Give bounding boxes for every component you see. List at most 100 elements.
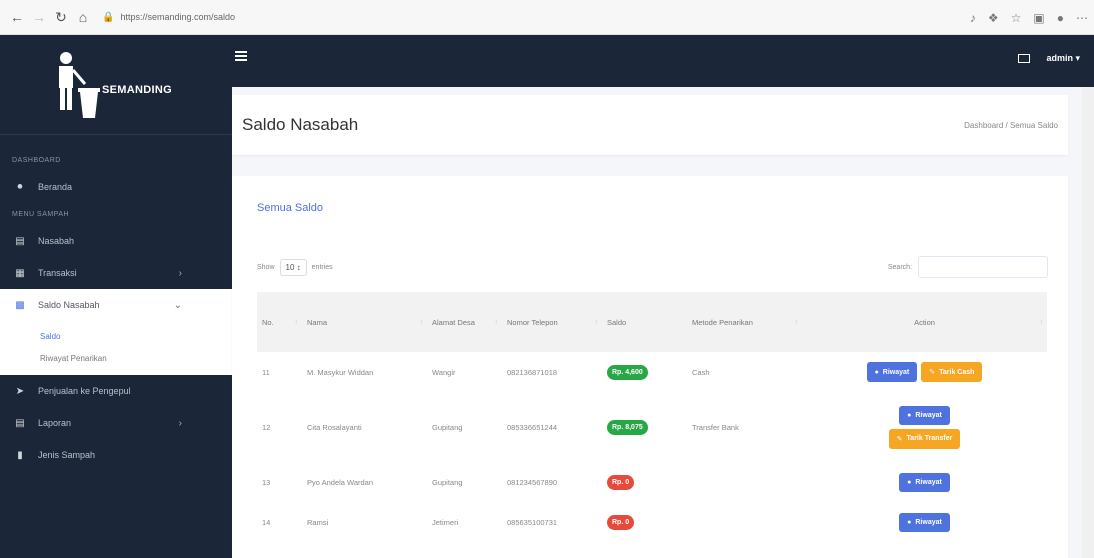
sidebar-subitem-saldo[interactable]: Saldo	[0, 325, 232, 347]
info-icon: ●	[907, 518, 912, 526]
page-title: Saldo Nasabah	[242, 115, 359, 134]
cell-nama: Pyo Andela Wardan	[307, 477, 374, 487]
entries-control: Show 10 ↕ entries	[257, 258, 333, 276]
column-header-telepon[interactable]: Nomor Telepon ↕	[502, 292, 602, 352]
button-label: Tarik Cash	[939, 368, 975, 376]
entries-select-value: 10	[285, 262, 295, 272]
table-row: 13 Pyo Andela Wardan Gupitang 081234567890 R…	[257, 462, 1047, 502]
chevron-left-icon: ›	[178, 267, 182, 279]
users-icon: ▤	[15, 235, 25, 247]
profile-icon[interactable]: ●	[1057, 11, 1064, 25]
cell-telepon: 085635100731	[507, 517, 558, 527]
read-aloud-icon[interactable]: ♪	[970, 11, 976, 25]
mail-icon[interactable]	[1018, 54, 1031, 63]
sidebar-header-menu-sampah: MENU SAMPAH	[12, 210, 70, 218]
menu-toggle-icon[interactable]	[235, 51, 247, 61]
favorite-icon[interactable]: ☆	[1011, 11, 1022, 25]
table-header-row: No. ↕ Nama ↕ Alamat Desa ↕ Nomor Telepon ↕ S…	[257, 292, 1047, 352]
brand[interactable]: SEMANDING	[0, 35, 232, 135]
user-menu[interactable]: admin ▾	[1046, 53, 1080, 64]
transaction-icon: ▦	[15, 267, 25, 279]
riwayat-button[interactable]: ● Riwayat	[899, 512, 950, 532]
url-text: https://semanding.com/saldo	[120, 12, 236, 22]
button-label: Riwayat	[882, 368, 910, 376]
sidebar-item-laporan[interactable]: ▤ Laporan ›	[0, 407, 232, 439]
truck-icon: ➤	[15, 385, 25, 397]
cell-action: ● Riwayat ✎ Tarik Transfer	[802, 392, 1047, 462]
button-label: Riwayat	[915, 478, 942, 486]
cell-telepon: 081234567890	[507, 477, 558, 487]
entries-select[interactable]: 10 ↕	[279, 258, 307, 276]
forward-icon[interactable]: →	[28, 6, 50, 28]
reload-icon[interactable]: ↻	[50, 6, 72, 28]
sidebar-header-dashboard: DASHBOARD	[12, 156, 61, 164]
sidebar-item-label: Beranda	[38, 182, 73, 192]
edit-icon: ✎	[929, 369, 936, 376]
sidebar-item-transaksi[interactable]: ▦ Transaksi ›	[0, 257, 232, 289]
button-label: Riwayat	[915, 518, 942, 526]
home-icon[interactable]: ⌂	[72, 6, 94, 28]
column-header-metode[interactable]: Metode Penarikan ↕	[687, 292, 802, 352]
cell-telepon: 085336651244	[507, 422, 558, 432]
riwayat-button[interactable]: ● Riwayat	[866, 362, 918, 382]
cell-action: ● Riwayat ✎ Tarik Cash	[802, 352, 1047, 392]
cell-saldo: Rp. 0	[602, 462, 687, 502]
info-icon: ●	[874, 368, 879, 376]
search-input[interactable]	[918, 256, 1048, 278]
page-scrollbar[interactable]	[1082, 87, 1094, 558]
table-row: 12 Cita Rosalayanti Gupitang 085336651244 Rp…	[257, 392, 1047, 462]
cell-alamat: Wangir	[432, 367, 456, 377]
cell-saldo: Rp. 0	[602, 502, 687, 542]
show-label: Show	[257, 263, 275, 271]
sidebar-item-label: Jenis Sampah	[38, 450, 96, 460]
saldo-badge: Rp. 4,600	[607, 364, 648, 380]
sidebar-subitem-riwayat-penarikan[interactable]: Riwayat Penarikan	[0, 347, 232, 369]
more-icon[interactable]: ⋯	[1076, 11, 1088, 25]
table-row: 11 M. Masykur Widdan Wangir 082136871018 Rp.…	[257, 352, 1047, 392]
sidebar-item-saldo-nasabah[interactable]: ▩ Saldo Nasabah ⌄	[0, 289, 232, 321]
sidebar-item-label: Transaksi	[38, 268, 77, 278]
chevron-left-icon: ›	[178, 417, 182, 429]
sidebar-item-label: Saldo Nasabah	[38, 300, 100, 310]
info-icon: ●	[907, 411, 912, 419]
extensions-icon[interactable]: ❖	[988, 11, 999, 25]
sidebar-item-jenis-sampah[interactable]: ▮ Jenis Sampah	[0, 439, 232, 471]
sidebar-item-nasabah[interactable]: ▤ Nasabah	[0, 225, 232, 257]
saldo-badge: Rp. 0	[607, 474, 635, 490]
cell-metode	[687, 462, 802, 502]
back-icon[interactable]: ←	[6, 6, 28, 28]
trash-icon: ▮	[17, 449, 23, 461]
column-header-nama[interactable]: Nama ↕	[302, 292, 427, 352]
sidebar-item-label: Nasabah	[38, 236, 75, 246]
tarik-button[interactable]: ✎ Tarik Transfer	[888, 428, 961, 449]
riwayat-button[interactable]: ● Riwayat	[899, 405, 950, 425]
address-bar[interactable]: 🔒 https://semanding.com/saldo	[102, 12, 235, 23]
report-icon: ▤	[15, 417, 25, 429]
browser-toolbar: ← → ↻ ⌂ 🔒 https://semanding.com/saldo ♪ …	[0, 0, 1094, 35]
column-header-action[interactable]: Action ↕	[802, 292, 1047, 352]
riwayat-button[interactable]: ● Riwayat	[899, 472, 950, 492]
cell-no: 12	[262, 422, 271, 432]
sidebar-item-penjualan[interactable]: ➤ Penjualan ke Pengepul	[0, 375, 232, 407]
saldo-card: Semua Saldo Show 10 ↕ entries Search: No…	[232, 176, 1068, 558]
edit-icon: ✎	[896, 435, 903, 443]
sidebar-item-beranda[interactable]: ⚫ Beranda	[0, 171, 232, 203]
cell-alamat: Jetimeri	[432, 517, 459, 527]
saldo-table: No. ↕ Nama ↕ Alamat Desa ↕ Nomor Telepon ↕ S…	[257, 292, 1047, 542]
search-label: Search:	[887, 263, 912, 271]
tarik-button[interactable]: ✎ Tarik Cash	[921, 362, 983, 382]
cell-nama: Ramsi	[307, 517, 329, 527]
button-label: Riwayat	[915, 411, 942, 419]
sidebar-item-label: Laporan	[38, 418, 72, 428]
cell-saldo: Rp. 8,075	[602, 392, 687, 462]
wallet-icon: ▩	[15, 299, 25, 311]
sidebar: SEMANDING DASHBOARD ⚫ Beranda MENU SAMPA…	[0, 35, 232, 558]
collections-icon[interactable]: ▣	[1033, 11, 1044, 25]
cell-saldo: Rp. 4,600	[602, 352, 687, 392]
cell-no: 11	[262, 367, 270, 377]
breadcrumb[interactable]: Dashboard / Semua Saldo	[964, 121, 1058, 130]
cell-alamat: Gupitang	[432, 422, 463, 432]
column-header-no[interactable]: No. ↕	[257, 292, 302, 352]
column-header-saldo[interactable]: Saldo	[602, 292, 687, 352]
column-header-alamat[interactable]: Alamat Desa ↕	[427, 292, 502, 352]
